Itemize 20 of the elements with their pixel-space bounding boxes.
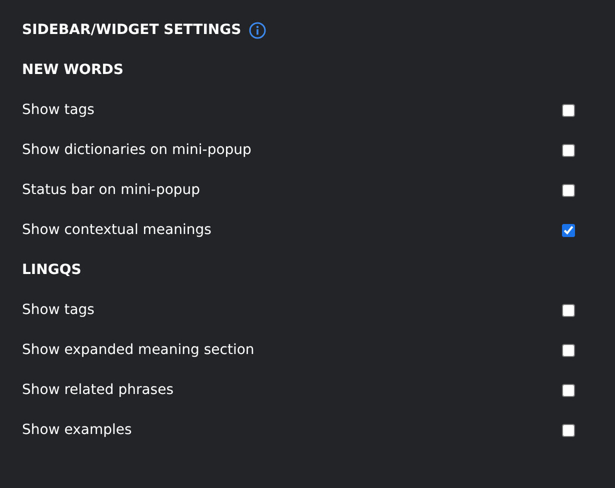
info-icon[interactable] xyxy=(249,22,266,38)
checkbox[interactable] xyxy=(562,384,575,396)
section-heading: LINGQS xyxy=(22,262,82,278)
checkbox[interactable] xyxy=(562,424,575,436)
option-label: Show expanded meaning section xyxy=(22,342,254,358)
option-label: Show examples xyxy=(22,422,132,438)
checkbox[interactable] xyxy=(562,344,575,356)
checkbox[interactable] xyxy=(562,304,575,316)
option-label: Status bar on mini-popup xyxy=(22,182,200,198)
checkbox[interactable] xyxy=(562,224,575,236)
option-label: Show tags xyxy=(22,302,94,318)
checkbox[interactable] xyxy=(562,144,575,156)
option-label: Show tags xyxy=(22,102,94,118)
checkbox[interactable] xyxy=(562,104,575,116)
panel-title: SIDEBAR/WIDGET SETTINGS xyxy=(22,22,242,38)
section-heading: NEW WORDS xyxy=(22,62,124,78)
option-label: Show contextual meanings xyxy=(22,222,212,238)
checkbox[interactable] xyxy=(562,184,575,196)
option-label: Show dictionaries on mini-popup xyxy=(22,142,252,158)
option-label: Show related phrases xyxy=(22,382,174,398)
